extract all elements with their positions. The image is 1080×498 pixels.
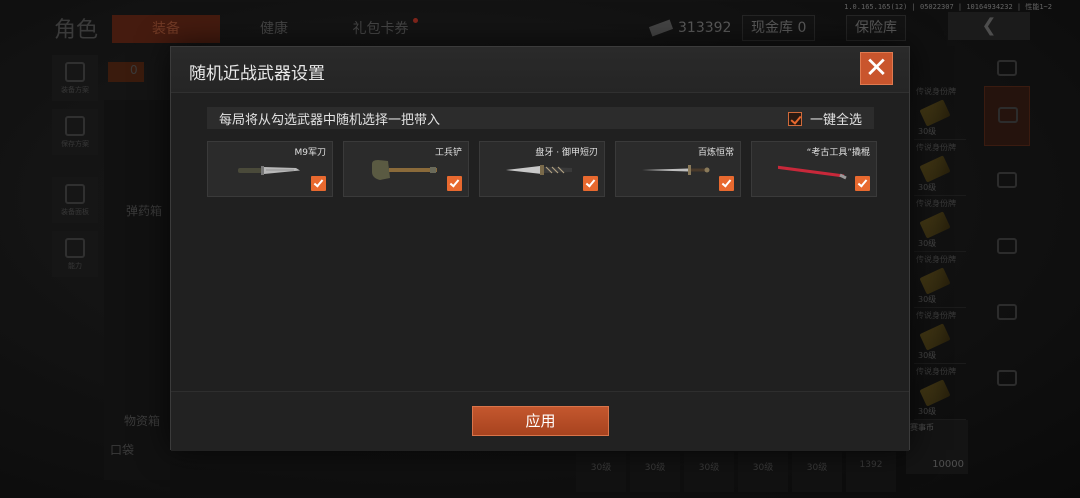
select-all-checkbox[interactable]: 一键全选 <box>787 109 862 128</box>
weapon-checkbox[interactable] <box>719 176 734 191</box>
weapon-card-crowbar[interactable]: “考古工具”撬棍 <box>751 141 877 197</box>
dialog-header: 随机近战武器设置 ✕ <box>171 47 909 93</box>
checkbox-icon <box>787 111 802 126</box>
weapon-checkbox[interactable] <box>583 176 598 191</box>
weapon-card-shovel[interactable]: 工兵铲 <box>343 141 469 197</box>
melee-weapon-settings-dialog: 随机近战武器设置 ✕ 每局将从勾选武器中随机选择一把带入 一键全选 M9军刀 工… <box>170 46 910 451</box>
dialog-title: 随机近战武器设置 <box>189 64 325 84</box>
weapon-card-sword[interactable]: 百炼恒常 <box>615 141 741 197</box>
weapon-card-m9-knife[interactable]: M9军刀 <box>207 141 333 197</box>
apply-button[interactable]: 应用 <box>472 406 609 436</box>
close-button[interactable]: ✕ <box>860 52 893 85</box>
close-icon: ✕ <box>864 51 889 84</box>
sword-icon <box>642 165 710 175</box>
dagger-icon <box>506 165 572 175</box>
knife-icon <box>238 166 300 175</box>
select-all-label: 一键全选 <box>809 113 862 128</box>
weapon-card-dagger[interactable]: 盘牙 · 御甲短刃 <box>479 141 605 197</box>
weapon-checkbox[interactable] <box>855 176 870 191</box>
instruction-bar: 每局将从勾选武器中随机选择一把带入 一键全选 <box>207 107 874 129</box>
crowbar-icon <box>778 165 847 180</box>
instruction-text: 每局将从勾选武器中随机选择一把带入 <box>219 113 441 128</box>
weapon-list: M9军刀 工兵铲 盘牙 · 御甲短刃 百炼恒常 “考古工具”撬棍 <box>207 141 877 197</box>
dialog-body: 每局将从勾选武器中随机选择一把带入 一键全选 M9军刀 工兵铲 盘牙 · 御甲短… <box>171 93 909 391</box>
weapon-checkbox[interactable] <box>447 176 462 191</box>
shovel-icon <box>372 160 437 180</box>
dialog-footer: 应用 <box>171 391 909 451</box>
weapon-checkbox[interactable] <box>311 176 326 191</box>
